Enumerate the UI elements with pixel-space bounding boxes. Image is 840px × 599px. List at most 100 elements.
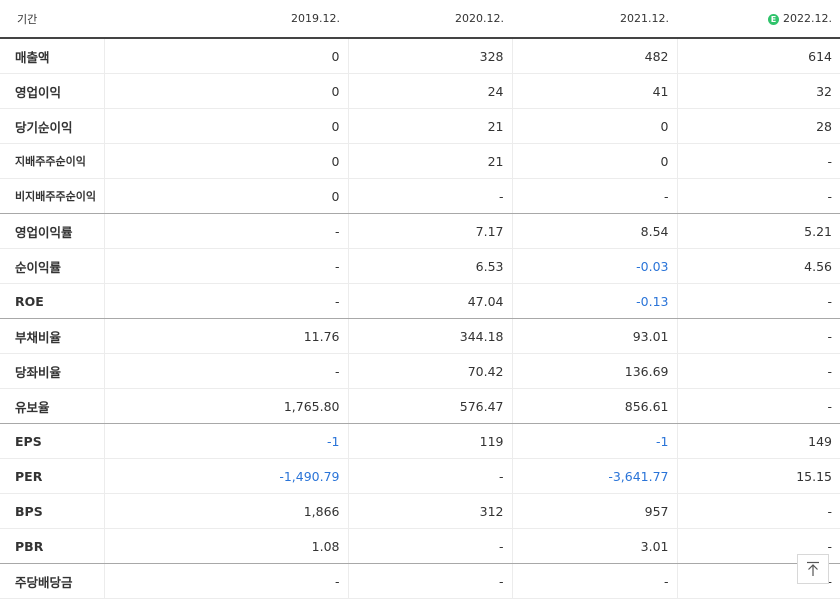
row-label: 주당배당금: [0, 563, 104, 599]
table-row: 당좌비율 -70.42 136.69-: [0, 353, 840, 389]
scroll-to-top-button[interactable]: [797, 554, 829, 584]
row-label: PBR: [0, 528, 104, 564]
row-label: BPS: [0, 493, 104, 529]
table-cell: 149: [676, 423, 840, 459]
table-cell: 24: [347, 73, 512, 109]
table-cell: -: [676, 493, 840, 529]
table-cell: 482: [511, 38, 677, 74]
estimate-badge-icon: E: [768, 14, 780, 25]
table-cell: 856.61: [511, 388, 677, 424]
period-header-2022: E 2022.12.: [677, 0, 840, 39]
table-cell: 15.15: [676, 458, 840, 494]
table-cell: 119: [347, 423, 512, 459]
row-label: 유보율: [0, 388, 104, 424]
period-header-2021: 2021.12.: [512, 0, 677, 39]
table-row: 비지배주주순이익 0- - -: [0, 178, 840, 214]
table-cell: -: [676, 318, 840, 354]
table-cell: 0: [511, 108, 677, 144]
table-cell: 21: [347, 143, 512, 179]
table-row: PER -1,490.79- -3,641.77 15.15: [0, 458, 840, 494]
table-row: 주당배당금 - - - -: [0, 563, 840, 599]
table-row: 지배주주순이익 0 21 0-: [0, 143, 840, 179]
table-cell: 614: [676, 38, 840, 74]
table-cell: -: [103, 353, 348, 389]
table-cell: -: [103, 248, 348, 284]
table-cell: 47.04: [347, 283, 512, 319]
table-cell: 328: [347, 38, 512, 74]
table-cell: 1,866: [103, 493, 348, 529]
table-cell: 3.01: [511, 528, 677, 564]
row-label: 비지배주주순이익: [0, 178, 104, 214]
table-cell: 7.17: [347, 213, 512, 249]
row-label: EPS: [0, 423, 104, 459]
row-label: 당기순이익: [0, 108, 104, 144]
table-cell: 8.54: [511, 213, 677, 249]
table-row: PBR 1.08-3.01-: [0, 528, 840, 564]
table-cell: 0: [103, 178, 348, 214]
header-row: 기간 2019.12. 2020.12. 2021.12. E 2022.12.: [0, 0, 840, 39]
row-label: 지배주주순이익: [0, 143, 104, 179]
table-cell: -: [103, 213, 348, 249]
table-cell: 41: [511, 73, 677, 109]
table-cell: 0: [103, 73, 348, 109]
table-cell: 21: [347, 108, 512, 144]
table-row: 매출액 0 328 482 614: [0, 38, 840, 74]
table-row: ROE -47.04 -0.13-: [0, 283, 840, 319]
table-cell: -1: [103, 423, 348, 459]
table-cell: 0: [103, 38, 348, 74]
table-row: 순이익률 -6.53 -0.03 4.56: [0, 248, 840, 284]
table-cell: 28: [676, 108, 840, 144]
table-row: 부채비율 11.76 344.18 93.01-: [0, 318, 840, 354]
table-cell: 1,765.80: [103, 388, 348, 424]
table-cell: -3,641.77: [511, 458, 677, 494]
table-row: EPS -1 119 -1 149: [0, 423, 840, 459]
table-row: 당기순이익 0 21 0 28: [0, 108, 840, 144]
table-cell: 11.76: [103, 318, 348, 354]
row-label: PER: [0, 458, 104, 494]
row-label: 순이익률: [0, 248, 104, 284]
row-label: 부채비율: [0, 318, 104, 354]
table-cell: 93.01: [511, 318, 677, 354]
table-cell: 0: [511, 143, 677, 179]
table-cell: 957: [511, 493, 677, 529]
table-cell: -1,490.79: [103, 458, 348, 494]
table-cell: -: [676, 353, 840, 389]
period-header-label: 기간: [0, 0, 104, 39]
financial-summary-table: 기간 2019.12. 2020.12. 2021.12. E 2022.12. …: [0, 0, 840, 599]
period-header-2019: 2019.12.: [104, 0, 348, 39]
table-cell: 5.21: [676, 213, 840, 249]
table-cell: 136.69: [511, 353, 677, 389]
table-cell: -0.13: [511, 283, 677, 319]
arrow-to-top-icon: [807, 561, 819, 576]
table-body: 매출액 0 328 482 614 영업이익 0 24 41 32 당기순이익 0 21 0 28 지배주주순…: [0, 38, 840, 599]
table-cell: -: [347, 458, 512, 494]
table-row: 유보율 1,765.80 576.47 856.61-: [0, 388, 840, 424]
period-header-2022-label: 2022.12.: [783, 12, 832, 25]
row-label: ROE: [0, 283, 104, 319]
table-cell: 312: [347, 493, 512, 529]
row-label: 당좌비율: [0, 353, 104, 389]
table-cell: -: [676, 388, 840, 424]
table-cell: -: [103, 283, 348, 319]
table-cell: 4.56: [676, 248, 840, 284]
table-cell: -: [676, 178, 840, 214]
table-cell: 576.47: [347, 388, 512, 424]
table-cell: 1.08: [103, 528, 348, 564]
table-cell: -: [511, 563, 677, 599]
table-cell: 32: [676, 73, 840, 109]
table-row: 영업이익 0 24 41 32: [0, 73, 840, 109]
table-cell: -: [347, 178, 512, 214]
table-cell: -: [511, 178, 677, 214]
table-cell: 344.18: [347, 318, 512, 354]
row-label: 영업이익률: [0, 213, 104, 249]
table-cell: -1: [511, 423, 677, 459]
row-label: 영업이익: [0, 73, 104, 109]
period-header-2020: 2020.12.: [348, 0, 512, 39]
table-cell: 70.42: [347, 353, 512, 389]
table-cell: -: [347, 563, 512, 599]
table-cell: -: [347, 528, 512, 564]
table-cell: -0.03: [511, 248, 677, 284]
table-row: BPS 1,866 312 957-: [0, 493, 840, 529]
table-cell: 0: [103, 108, 348, 144]
table-cell: 0: [103, 143, 348, 179]
